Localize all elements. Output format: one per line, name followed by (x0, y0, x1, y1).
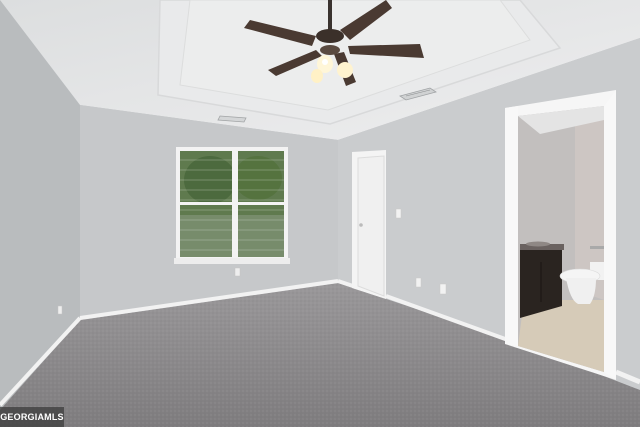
empty-bedroom-photo: GEORGIAMLS (0, 0, 640, 427)
georgiamls-watermark: GEORGIAMLS (0, 407, 64, 427)
outlet-icon (439, 283, 447, 295)
room-illustration (0, 0, 640, 427)
closet-door (352, 150, 386, 299)
light-switch-icon (395, 208, 402, 219)
outlet-icon (57, 305, 63, 315)
bathroom-doorway (505, 90, 616, 380)
outlet-icon (415, 277, 422, 288)
outlet-icon (234, 267, 241, 277)
window (174, 147, 290, 264)
